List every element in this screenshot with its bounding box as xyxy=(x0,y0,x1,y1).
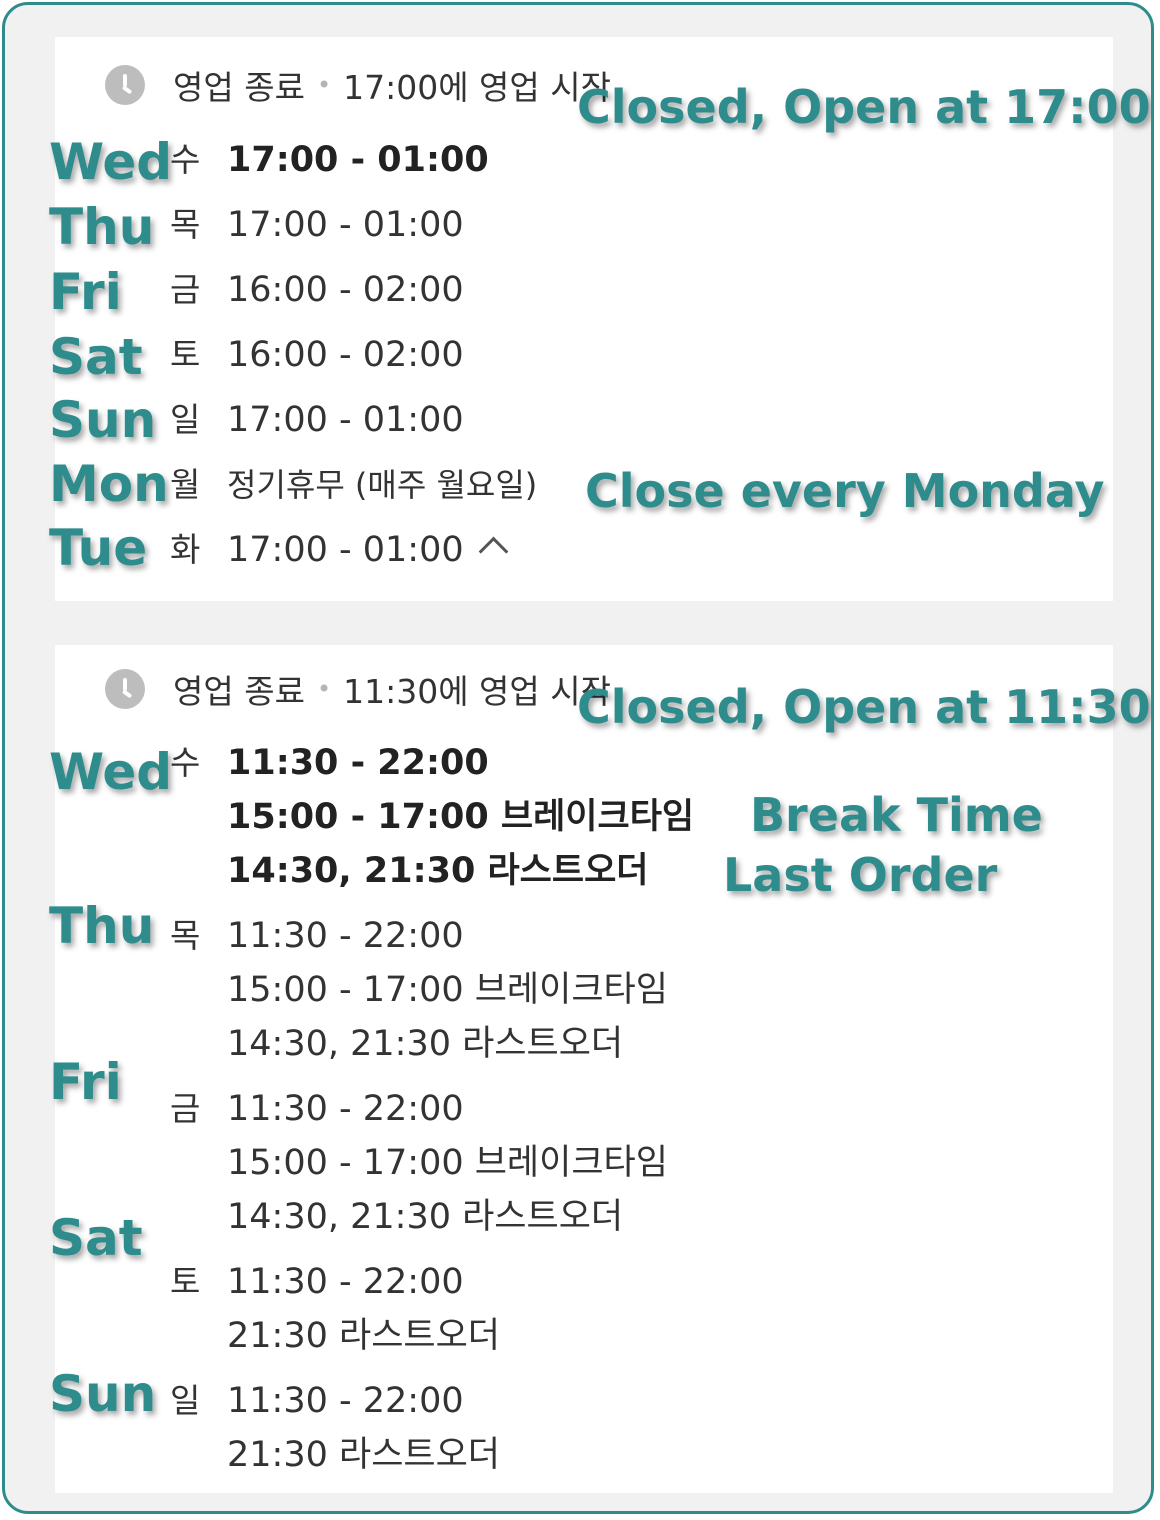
hours-thu: 17:00 - 01:00 xyxy=(227,205,464,245)
status-detail: 11:30에 영업 시작 xyxy=(343,672,611,711)
annotation-day-mon: Mon xyxy=(49,455,169,513)
hours-wed-open: 11:30 - 22:00 xyxy=(227,743,489,783)
hours-sun: 17:00 - 01:00 xyxy=(227,400,464,440)
clock-icon xyxy=(105,669,145,709)
annotation-day-fri: Fri xyxy=(49,1053,122,1111)
day-label-sun: 일 xyxy=(170,400,201,439)
day-label-tue: 화 xyxy=(170,530,201,569)
status-label: 영업 종료 xyxy=(173,672,305,711)
annotation-monday-closed: Close every Monday xyxy=(585,464,1105,518)
annotation-day-fri: Fri xyxy=(49,263,122,321)
annotation-day-thu: Thu xyxy=(49,198,155,256)
annotation-day-sun: Sun xyxy=(49,1365,157,1423)
day-label-wed: 수 xyxy=(170,140,201,179)
day-label-mon: 월 xyxy=(170,465,201,504)
day-label-sat: 토 xyxy=(170,335,201,374)
hours-mon: 정기휴무 (매주 월요일) xyxy=(227,466,538,504)
annotation-day-wed: Wed xyxy=(49,133,173,191)
annotation-day-tue: Tue xyxy=(49,519,148,577)
hours-sat-last-order: 21:30 라스트오더 xyxy=(227,1316,500,1356)
day-label-sun: 일 xyxy=(170,1381,201,1420)
hours-thu-last-order: 14:30, 21:30 라스트오더 xyxy=(227,1024,624,1064)
clock-icon xyxy=(105,65,145,105)
hours-fri-last-order: 14:30, 21:30 라스트오더 xyxy=(227,1197,624,1237)
hours-wed-last-order: 14:30, 21:30 라스트오더 xyxy=(227,851,649,891)
annotation-status: Closed, Open at 11:30 xyxy=(577,680,1151,734)
separator-dot: • xyxy=(316,675,332,703)
hours-fri-open: 11:30 - 22:00 xyxy=(227,1089,464,1129)
hours-thu-break: 15:00 - 17:00 브레이크타임 xyxy=(227,970,668,1010)
hours-sat: 16:00 - 02:00 xyxy=(227,335,464,375)
hours-wed-break: 15:00 - 17:00 브레이크타임 xyxy=(227,797,695,837)
annotation-day-sat: Sat xyxy=(49,328,143,386)
annotation-day-wed: Wed xyxy=(49,743,173,801)
day-label-fri: 금 xyxy=(170,270,201,309)
status-row: 영업 종료 • 17:00에 영업 시작 xyxy=(105,63,611,107)
status-label: 영업 종료 xyxy=(173,68,305,107)
hours-sat-open: 11:30 - 22:00 xyxy=(227,1262,464,1302)
hours-sun-last-order: 21:30 라스트오더 xyxy=(227,1435,500,1475)
day-label-thu: 목 xyxy=(170,916,201,955)
hours-fri: 16:00 - 02:00 xyxy=(227,270,464,310)
day-label-sat: 토 xyxy=(170,1262,201,1301)
hours-thu-open: 11:30 - 22:00 xyxy=(227,916,464,956)
status-detail: 17:00에 영업 시작 xyxy=(343,68,611,107)
hours-tue: 17:00 - 01:00 xyxy=(227,530,464,570)
hours-wed: 17:00 - 01:00 xyxy=(227,140,489,180)
day-label-fri: 금 xyxy=(170,1089,201,1128)
annotation-last-order: Last Order xyxy=(723,848,998,902)
annotation-break-time: Break Time xyxy=(750,788,1043,842)
annotation-day-sun: Sun xyxy=(49,391,157,449)
hours-fri-break: 15:00 - 17:00 브레이크타임 xyxy=(227,1143,668,1183)
day-label-thu: 목 xyxy=(170,205,201,244)
annotation-day-sat: Sat xyxy=(49,1209,143,1267)
status-row: 영업 종료 • 11:30에 영업 시작 xyxy=(105,667,611,711)
annotated-screenshot-frame: 영업 종료 • 17:00에 영업 시작 수 17:00 - 01:00 목 1… xyxy=(2,2,1154,1514)
separator-dot: • xyxy=(316,71,332,99)
annotation-day-thu: Thu xyxy=(49,897,155,955)
day-label-wed: 수 xyxy=(170,743,201,782)
hours-sun-open: 11:30 - 22:00 xyxy=(227,1381,464,1421)
annotation-status: Closed, Open at 17:00 xyxy=(577,80,1151,134)
